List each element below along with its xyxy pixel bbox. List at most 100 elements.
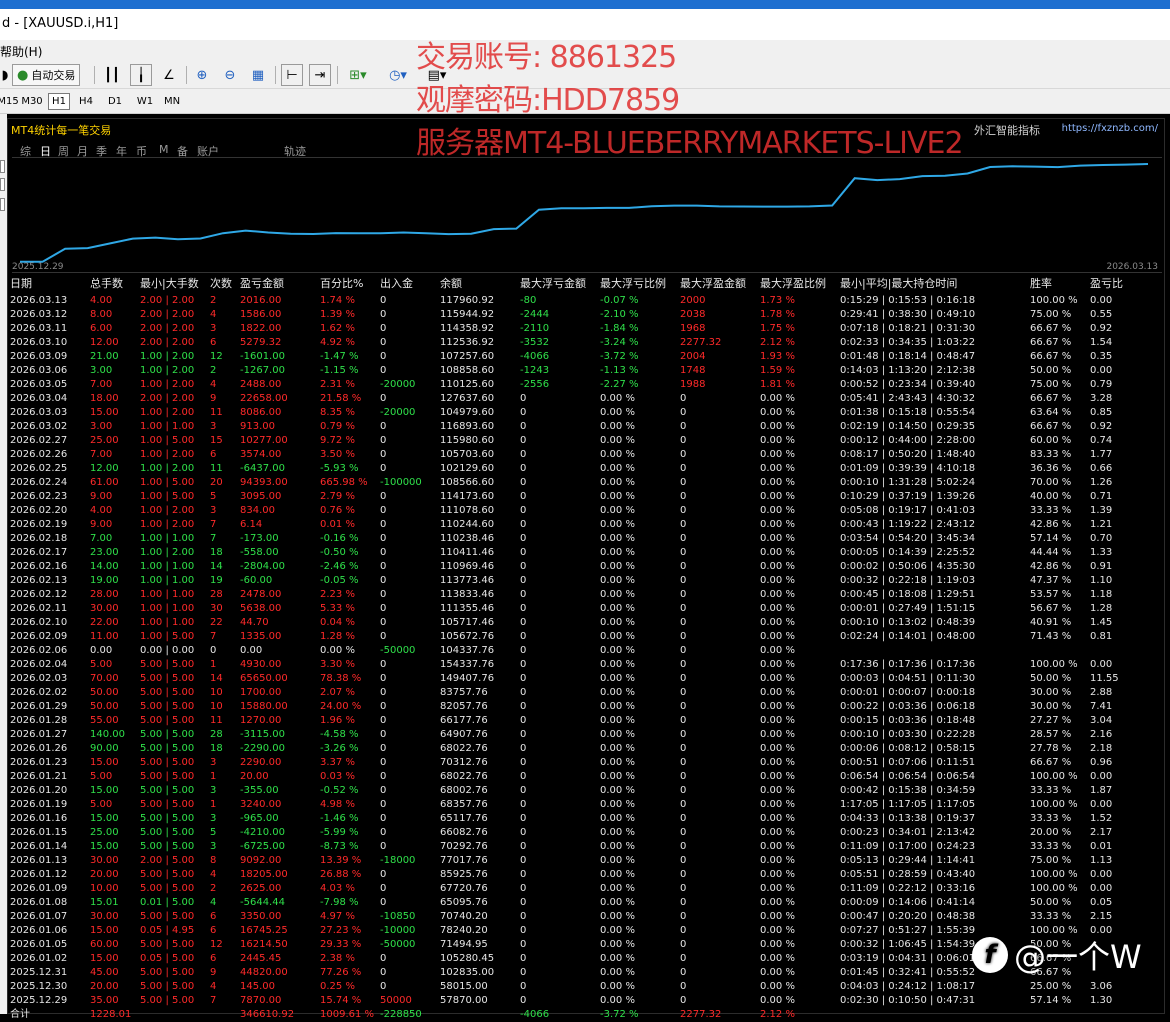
table-cell: 0 [380,687,387,698]
table-cell: 0 [520,645,527,656]
table-cell: 0.00 % [600,799,635,810]
autotrade-button[interactable]: ● 自动交易 [12,64,81,86]
table-cell: 1335.00 [240,631,282,642]
table-cell: 0 [520,477,527,488]
table-cell: -2.46 % [320,561,359,572]
table-cell: 0 [520,841,527,852]
table-cell: 0:00:03 | 0:04:51 | 0:11:30 [840,673,976,684]
table-cell: 834.00 [240,505,275,516]
table-cell: 0 [680,505,687,516]
table-cell: 0.00 % [760,393,795,404]
table-cell: 6.00 [90,323,113,334]
table-cell: 0 [680,603,687,614]
table-cell: 0 [680,673,687,684]
indicators-icon[interactable]: ⊞▾ [343,64,373,86]
table-cell: 0:15:29 | 0:15:53 | 0:16:18 [840,295,976,306]
panel-url[interactable]: https://fxznzb.com/ [1062,123,1158,134]
tf-mn[interactable]: MN [160,93,184,110]
tf-h4[interactable]: H4 [75,93,97,110]
table-cell: 0 [380,631,387,642]
chart-shift-icon[interactable]: ⊢ [281,64,303,86]
table-cell: 0:00:01 | 0:00:07 | 0:00:18 [840,687,976,698]
zoom-out-icon[interactable]: ⊖ [219,64,241,86]
table-cell: 0 [520,449,527,460]
table-cell: -100000 [380,477,422,488]
table-cell: 4.00 [90,295,113,306]
period-tab[interactable]: M [159,143,169,156]
table-cell: 0.00 % [760,799,795,810]
bar-chart-icon[interactable]: ┃┃ [101,64,123,86]
table-cell: 0 [380,883,387,894]
table-cell: 0 [680,519,687,530]
table-cell: 6 [210,911,217,922]
column-header: 总手数 [90,277,123,290]
table-row: 2026.02.25 12.00 1.00 | 2.00 11 -6437.00 -5.9… [10,462,1160,476]
table-cell: 0.00 % [760,435,795,446]
line-chart-icon[interactable]: ∠ [158,64,180,86]
table-cell: 1968 [680,323,706,334]
table-cell: 1700.00 [240,687,282,698]
strip-tab[interactable] [0,198,5,211]
menu-help[interactable]: 帮助(H) [0,43,42,60]
table-cell: 9 [210,967,217,978]
table-cell: 65095.76 [440,897,488,908]
table-row: 2026.03.13 4.00 2.00 | 2.00 2 2016.00 1.74 % 0… [10,294,1160,308]
table-row: 2026.02.12 28.00 1.00 | 1.00 28 2478.00 2.23 … [10,588,1160,602]
table-cell: 16214.50 [240,939,288,950]
table-cell: 0:11:09 | 0:17:00 | 0:24:23 [840,841,976,852]
tile-windows-icon[interactable]: ▦ [247,64,269,86]
table-cell: 10277.00 [240,435,288,446]
table-cell: 0.35 [1090,351,1113,362]
tf-h1[interactable]: H1 [48,93,70,110]
toolbar-edge-icon[interactable]: ◗ [0,64,10,86]
tf-m30[interactable]: M30 [20,93,44,110]
tf-d1[interactable]: D1 [104,93,126,110]
tf-m15[interactable]: M15 [0,93,19,110]
table-cell: 0:00:52 | 0:23:34 | 0:39:40 [840,379,976,390]
table-cell: 0.00 [1090,771,1113,782]
table-cell: 1 [210,799,217,810]
table-cell: 0.00 % [600,659,635,670]
table-cell: 10 [210,701,223,712]
table-cell: 14 [210,561,223,572]
table-cell: 0.00 % [760,477,795,488]
table-cell: 0.00 [90,645,113,656]
periods-clock-icon[interactable]: ◷▾ [382,64,414,86]
tf-w1[interactable]: W1 [133,93,157,110]
table-cell: 57.14 % [1030,533,1072,544]
strip-tab[interactable] [0,178,5,191]
table-cell: 0 [520,925,527,936]
table-cell: 0.00 % [600,533,635,544]
table-row: 2026.02.06 0.00 0.00 | 0.00 0 0.00 0.00 % -500… [10,644,1160,658]
table-cell: -4066 [520,1009,550,1020]
table-cell: 33.33 % [1030,841,1072,852]
candlestick-icon[interactable]: ╽ [130,64,152,86]
table-cell: 0 [520,827,527,838]
table-cell: 2.00 | 2.00 [140,393,195,404]
table-cell: 0 [520,855,527,866]
table-cell: 2625.00 [240,883,282,894]
table-cell: 2025.12.30 [10,981,68,992]
table-cell: 0.00 % [600,855,635,866]
table-cell: 14 [210,673,223,684]
table-cell: -10000 [380,925,416,936]
table-cell: -20000 [380,407,416,418]
table-cell: 61.00 [90,477,119,488]
watermark-account: 交易账号: 8861325 [416,40,677,75]
table-cell: 154337.76 [440,659,495,670]
strip-tab[interactable] [0,160,5,173]
table-cell: 57870.00 [440,995,488,1006]
table-cell: 1.87 [1090,785,1113,796]
table-cell: 0.00 % [600,939,635,950]
table-cell: 15.00 [90,953,119,964]
table-cell: 1.00 | 1.00 [140,617,195,628]
table-cell: -0.52 % [320,785,359,796]
table-cell: 0 [680,995,687,1006]
zoom-in-icon[interactable]: ⊕ [191,64,213,86]
autoscroll-icon[interactable]: ⇥ [309,64,331,86]
table-cell: 0 [520,897,527,908]
column-header: 最大浮亏金额 [520,277,586,290]
table-cell: 1.10 [1090,575,1113,586]
table-cell: -5.99 % [320,827,359,838]
table-cell: 1.00 | 1.00 [140,603,195,614]
